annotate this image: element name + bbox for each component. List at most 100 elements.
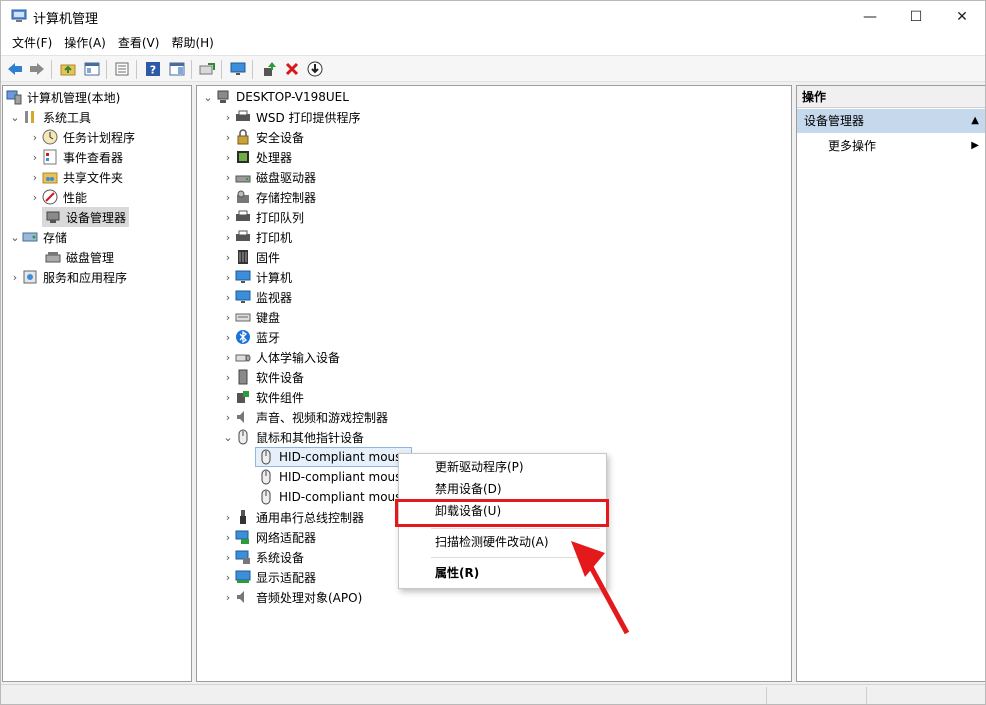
- chevron-right-icon[interactable]: ›: [221, 147, 235, 167]
- mouse-device-item[interactable]: HID-compliant mous: [258, 467, 401, 487]
- chevron-right-icon[interactable]: ›: [221, 387, 235, 407]
- chevron-right-icon[interactable]: ›: [8, 267, 22, 287]
- device-category[interactable]: › 人体学输入设备: [221, 347, 340, 367]
- device-category[interactable]: › 键盘: [221, 307, 280, 327]
- device-category[interactable]: › 计算机: [221, 267, 292, 287]
- chevron-right-icon[interactable]: ›: [221, 307, 235, 327]
- minimize-button[interactable]: —: [847, 1, 893, 32]
- usb-icon: [235, 509, 251, 525]
- device-category[interactable]: › 监视器: [221, 287, 292, 307]
- tree-item-desktop-root[interactable]: ⌄ DESKTOP-V198UEL: [201, 87, 349, 107]
- chevron-right-icon[interactable]: ›: [221, 267, 235, 287]
- monitor-icon[interactable]: [229, 60, 247, 78]
- chevron-right-icon[interactable]: ›: [221, 287, 235, 307]
- context-menu-update-driver[interactable]: 更新驱动程序(P): [399, 456, 606, 478]
- update-driver-icon[interactable]: [260, 60, 278, 78]
- device-category[interactable]: › 蓝牙: [221, 327, 280, 347]
- export-icon[interactable]: [198, 60, 216, 78]
- chevron-right-icon[interactable]: ›: [28, 167, 42, 187]
- chevron-right-icon[interactable]: ›: [221, 507, 235, 527]
- chevron-right-icon[interactable]: ›: [221, 587, 235, 607]
- chevron-right-icon[interactable]: ›: [221, 567, 235, 587]
- tree-label: 事件查看器: [63, 150, 124, 165]
- chevron-right-icon[interactable]: ›: [221, 407, 235, 427]
- tree-item-performance[interactable]: › 性能: [28, 187, 87, 207]
- device-category[interactable]: › 显示适配器: [221, 567, 316, 587]
- folder-up-icon[interactable]: [59, 60, 77, 78]
- svg-text:?: ?: [150, 64, 156, 77]
- chevron-down-icon[interactable]: ⌄: [8, 227, 22, 247]
- device-category[interactable]: › 安全设备: [221, 127, 304, 147]
- chevron-right-icon[interactable]: ›: [221, 327, 235, 347]
- disable-device-icon[interactable]: [306, 60, 324, 78]
- device-category[interactable]: › 系统设备: [221, 547, 304, 567]
- processor-icon: [235, 149, 251, 165]
- close-button[interactable]: ✕: [939, 1, 985, 32]
- more-actions-item[interactable]: 更多操作 ▶: [797, 135, 985, 157]
- tree-item-task-scheduler[interactable]: › 任务计划程序: [28, 127, 135, 147]
- tree-item-device-manager[interactable]: 设备管理器: [42, 207, 130, 227]
- device-category[interactable]: › 软件设备: [221, 367, 304, 387]
- action-pane-icon[interactable]: [168, 60, 186, 78]
- device-category[interactable]: › 打印机: [221, 227, 292, 247]
- tree-label: 人体学输入设备: [256, 350, 341, 365]
- mouse-device-item[interactable]: HID-compliant mous: [258, 487, 401, 507]
- chevron-right-icon[interactable]: ›: [221, 167, 235, 187]
- device-category[interactable]: › 网络适配器: [221, 527, 316, 547]
- tree-label: HID-compliant mous: [279, 490, 402, 504]
- properties-icon[interactable]: [113, 60, 131, 78]
- chevron-right-icon[interactable]: ›: [221, 107, 235, 127]
- chevron-right-icon[interactable]: ›: [221, 367, 235, 387]
- chevron-down-icon[interactable]: ⌄: [8, 107, 22, 127]
- device-category[interactable]: › 固件: [221, 247, 280, 267]
- maximize-button[interactable]: ☐: [893, 1, 939, 32]
- chevron-right-icon[interactable]: ›: [221, 127, 235, 147]
- chevron-right-icon[interactable]: ›: [221, 347, 235, 367]
- menu-file[interactable]: 文件(F): [6, 32, 58, 55]
- chevron-right-icon[interactable]: ›: [221, 247, 235, 267]
- actions-panel: 操作 设备管理器 ▲ 更多操作 ▶: [796, 85, 985, 682]
- chevron-right-icon[interactable]: ›: [221, 227, 235, 247]
- show-hide-tree-icon[interactable]: [83, 60, 101, 78]
- chevron-right-icon[interactable]: ›: [28, 147, 42, 167]
- tree-item-storage[interactable]: ⌄ 存储: [8, 227, 67, 247]
- forward-arrow-icon[interactable]: [28, 60, 46, 78]
- menu-help[interactable]: 帮助(H): [165, 32, 219, 55]
- chevron-right-icon[interactable]: ›: [28, 187, 42, 207]
- chevron-right-icon[interactable]: ›: [221, 547, 235, 567]
- device-category-mice[interactable]: ⌄ 鼠标和其他指针设备: [221, 427, 364, 447]
- chevron-right-icon[interactable]: ›: [221, 207, 235, 227]
- device-category[interactable]: › 磁盘驱动器: [221, 167, 316, 187]
- chevron-right-icon[interactable]: ›: [221, 187, 235, 207]
- help-icon[interactable]: ?: [144, 60, 162, 78]
- device-category[interactable]: › 通用串行总线控制器: [221, 507, 364, 527]
- printer-icon: [235, 109, 251, 125]
- tree-item-system-tools[interactable]: ⌄ 系统工具: [8, 107, 91, 127]
- chevron-down-icon[interactable]: ⌄: [201, 87, 215, 107]
- tree-item-disk-management[interactable]: 磁盘管理: [42, 247, 114, 267]
- submenu-arrow-icon: ▶: [971, 140, 979, 151]
- tree-item-services-applications[interactable]: › 服务和应用程序: [8, 267, 127, 287]
- back-arrow-icon[interactable]: [6, 60, 24, 78]
- tree-item-event-viewer[interactable]: › 事件查看器: [28, 147, 123, 167]
- tree-item-computer-management-local[interactable]: 计算机管理(本地): [6, 87, 120, 107]
- menu-view[interactable]: 查看(V): [112, 32, 166, 55]
- device-category[interactable]: › 处理器: [221, 147, 292, 167]
- menu-action[interactable]: 操作(A): [58, 32, 112, 55]
- tree-item-shared-folders[interactable]: › 共享文件夹: [28, 167, 123, 187]
- actions-section-device-manager[interactable]: 设备管理器 ▲: [797, 109, 985, 133]
- context-menu-disable-device[interactable]: 禁用设备(D): [399, 478, 606, 500]
- chevron-down-icon[interactable]: ⌄: [221, 427, 235, 447]
- device-category[interactable]: › WSD 打印提供程序: [221, 107, 361, 127]
- device-category[interactable]: › 音频处理对象(APO): [221, 587, 362, 607]
- device-category[interactable]: › 存储控制器: [221, 187, 316, 207]
- uninstall-icon[interactable]: [283, 60, 301, 78]
- mouse-device-item-selected[interactable]: HID-compliant mous: [255, 447, 413, 467]
- device-category[interactable]: › 软件组件: [221, 387, 304, 407]
- chevron-right-icon[interactable]: ›: [221, 527, 235, 547]
- device-category[interactable]: › 声音、视频和游戏控制器: [221, 407, 388, 427]
- chevron-right-icon[interactable]: ›: [28, 127, 42, 147]
- tree-label: WSD 打印提供程序: [256, 110, 361, 125]
- disk-drive-icon: [235, 169, 251, 185]
- device-category[interactable]: › 打印队列: [221, 207, 304, 227]
